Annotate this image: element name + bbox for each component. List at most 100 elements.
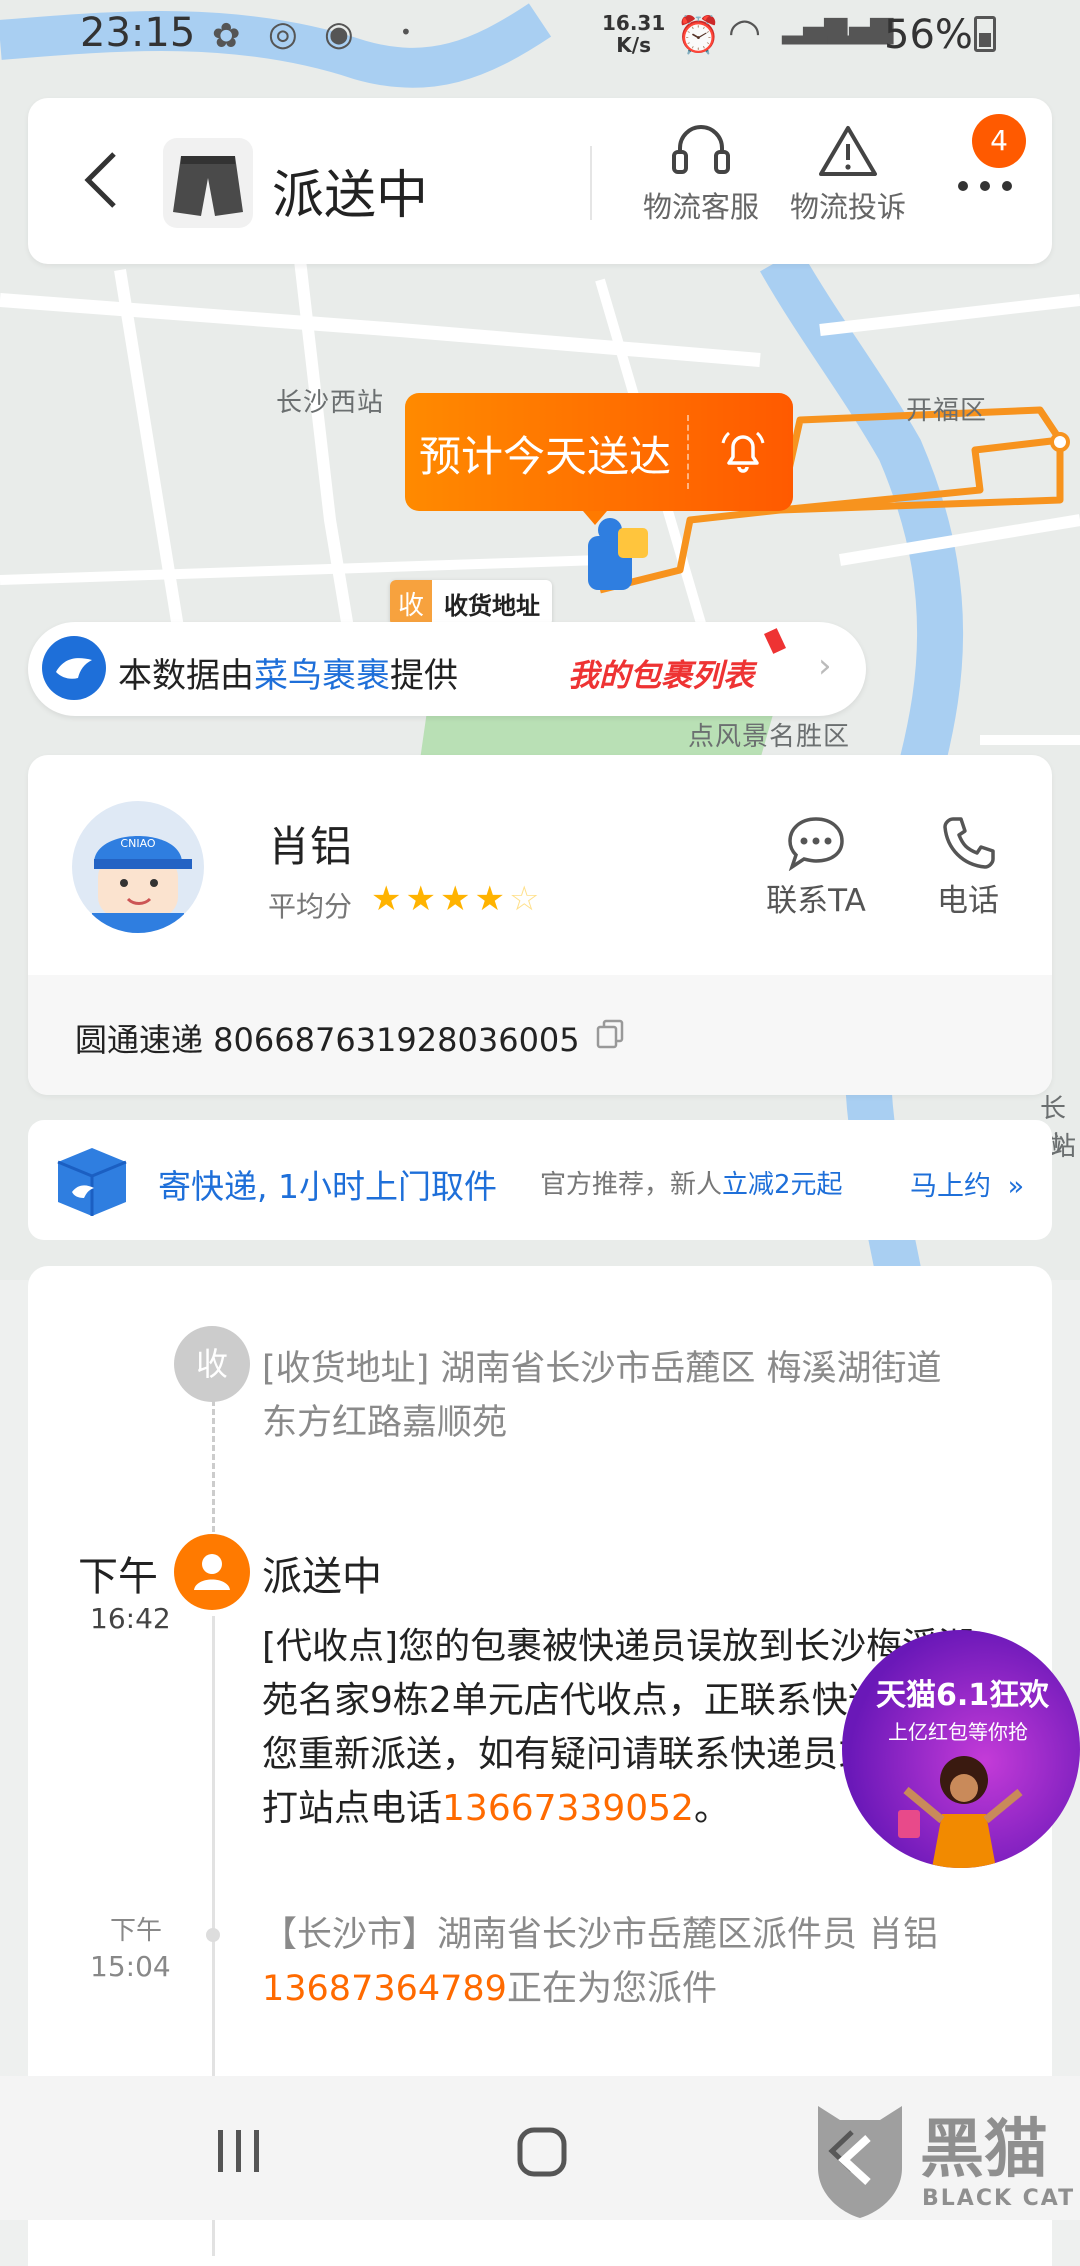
promo-sub-prefix: 官方推荐，新人 [540, 1170, 723, 1200]
event-line: [代收点]您的包裹被快递员误放到长沙梅溪湖 [262, 1626, 975, 1667]
book-now-label: 马上约 [910, 1171, 991, 1202]
net-speed: 16.31 K/s [602, 12, 665, 56]
map-label: 站 [1050, 1132, 1078, 1162]
svg-text:CNIAO: CNIAO [120, 837, 155, 850]
back-button[interactable] [80, 148, 124, 216]
double-chevron-right-icon: » [1007, 1171, 1025, 1202]
recent-apps-button[interactable] [214, 2128, 264, 2178]
map-label: 点风景名胜区 [688, 722, 851, 752]
contact-courier-button[interactable]: 联系TA [736, 813, 896, 920]
rating-stars: ★★★★☆ [371, 879, 543, 919]
event-line: 【长沙市】湖南省长沙市岳麓区派件员 肖铝 [262, 1915, 939, 1955]
star-icon: ★ [474, 879, 509, 919]
promo-sub-text: 官方推荐，新人立减2元起 [540, 1164, 843, 1201]
station-phone-link[interactable]: 13667339052 [442, 1788, 694, 1829]
provider-strip[interactable]: 本数据由菜鸟裹裹提供 我的包裹列表 › [28, 622, 866, 716]
logistics-service-label: 物流客服 [642, 190, 759, 224]
promo-main-text: 寄快递, 1小时上门取件 [158, 1167, 497, 1206]
logistics-service-button[interactable]: 物流客服 [636, 120, 766, 226]
watermark-sub: BLACK CAT [922, 2186, 1076, 2211]
eta-text: 预计今天送达 [419, 432, 672, 481]
phone-button[interactable]: 电话 [908, 813, 1028, 920]
parcel-box-icon [50, 1140, 134, 1224]
timeline-dashed-line [212, 1400, 215, 1550]
logistics-complaint-button[interactable]: 物流投诉 [783, 120, 913, 226]
chevron-left-icon [84, 152, 116, 208]
provider-name-link[interactable]: 菜鸟裹裹 [254, 656, 390, 696]
courier-name: 肖铝 [268, 822, 353, 871]
cainiao-logo-icon [40, 634, 108, 706]
contact-label: 联系TA [766, 883, 866, 919]
tracking-row: 圆通速递 806687631928036005 [28, 975, 1052, 1095]
product-thumbnail[interactable] [163, 138, 253, 228]
destination-marker-char: 收 [390, 580, 433, 626]
battery-percent: 56% [884, 12, 973, 58]
status-time: 23:15 [80, 10, 196, 56]
event-title: 派送中 [262, 1554, 382, 1600]
logistics-complaint-label: 物流投诉 [789, 190, 906, 224]
status-bar: 23:15 ✿ ◎ ◉ • 16.31 K/s ⏰ ◠ ▂▄▆ ▂▄▆ 56% [0, 0, 1080, 74]
person-icon [174, 1534, 250, 1610]
event-period: 下午 [110, 1916, 163, 1946]
courier-cartoon-icon: CNIAO [92, 836, 192, 933]
send-express-promo[interactable]: 寄快递, 1小时上门取件 官方推荐，新人立减2元起 马上约 » [28, 1120, 1052, 1240]
event-line-end: 。 [693, 1788, 730, 1829]
destination-marker[interactable]: 收 收货地址 [390, 580, 553, 626]
ad-title: 天猫6.1狂欢 [876, 1678, 1050, 1713]
route-origin-dot [1050, 432, 1070, 452]
home-button[interactable] [516, 2126, 568, 2182]
address-text: [收货地址] 湖南省长沙市岳麓区 梅溪湖街道 东方红路嘉顺苑 [262, 1342, 942, 1450]
signal-4g-icon: ▂▄▆ [828, 10, 893, 45]
tag-icon [764, 628, 786, 654]
cat-shield-logo [818, 2106, 902, 2218]
courier-phone-link[interactable]: 13687364789 [262, 1969, 507, 2009]
watermark-text: 黑猫 [920, 2113, 1048, 2187]
book-now-button[interactable]: 马上约 » [910, 1164, 1024, 1203]
event-description: 【长沙市】湖南省长沙市岳麓区派件员 肖铝 13687364789正在为您派件 [262, 1908, 938, 2016]
provider-suffix: 提供 [390, 656, 458, 696]
eta-pointer [583, 511, 607, 525]
rating-label: 平均分 [268, 890, 353, 923]
eta-bubble[interactable]: 预计今天送达 [405, 393, 793, 525]
address-line: 东方红路嘉顺苑 [262, 1403, 508, 1443]
tmall-promo-bubble[interactable]: 天猫6.1狂欢 上亿红包等你抢 [842, 1630, 1080, 1868]
app-notification-icon: ✿ [212, 16, 241, 56]
chat-bubble-icon [788, 817, 844, 872]
battery-icon [974, 16, 996, 52]
copy-icon[interactable] [596, 1019, 624, 1053]
courier-card: CNIAO 肖铝 平均分 ★★★★☆ 联系TA 电话 圆通速递 80668763… [28, 755, 1052, 1095]
event-time: 15:04 [90, 1950, 171, 1983]
my-parcels-link[interactable]: 我的包裹列表 [568, 650, 754, 695]
headset-notification-icon: ◎ [268, 14, 298, 54]
promo-discount: 立减2元起 [722, 1170, 843, 1200]
event-line: 正在为您派件 [506, 1969, 717, 2009]
header-divider [590, 146, 592, 220]
page-title: 派送中 [272, 166, 429, 226]
more-badge: 4 [972, 114, 1026, 168]
provider-prefix: 本数据由 [118, 656, 254, 696]
headset-icon [672, 125, 730, 174]
provider-text: 本数据由菜鸟裹裹提供 [118, 648, 458, 697]
event-time: 16:42 [90, 1602, 171, 1635]
eta-divider [687, 415, 689, 489]
map-label: 开福区 [906, 396, 988, 426]
star-icon: ★ [439, 879, 475, 919]
ad-person-image [898, 1756, 1023, 1868]
destination-marker-label: 收货地址 [444, 591, 541, 620]
chevron-right-icon[interactable]: › [818, 646, 832, 686]
dot-icon: • [400, 20, 412, 44]
address-marker: 收 [174, 1326, 250, 1402]
net-speed-unit: K/s [616, 33, 651, 57]
wechat-icon: ◉ [324, 14, 354, 54]
timeline-dot [206, 1928, 220, 1942]
net-speed-value: 16.31 [602, 11, 666, 35]
alarm-icon: ⏰ [676, 15, 721, 56]
phone-label: 电话 [937, 883, 999, 919]
event-line: 打站点电话 [262, 1788, 443, 1829]
ad-subtitle: 上亿红包等你抢 [888, 1720, 1028, 1744]
shorts-image [173, 156, 243, 216]
warning-icon [819, 126, 877, 176]
home-icon [517, 2127, 567, 2177]
address-line: [收货地址] 湖南省长沙市岳麓区 梅溪湖街道 [262, 1349, 942, 1389]
event-period: 下午 [78, 1554, 158, 1600]
